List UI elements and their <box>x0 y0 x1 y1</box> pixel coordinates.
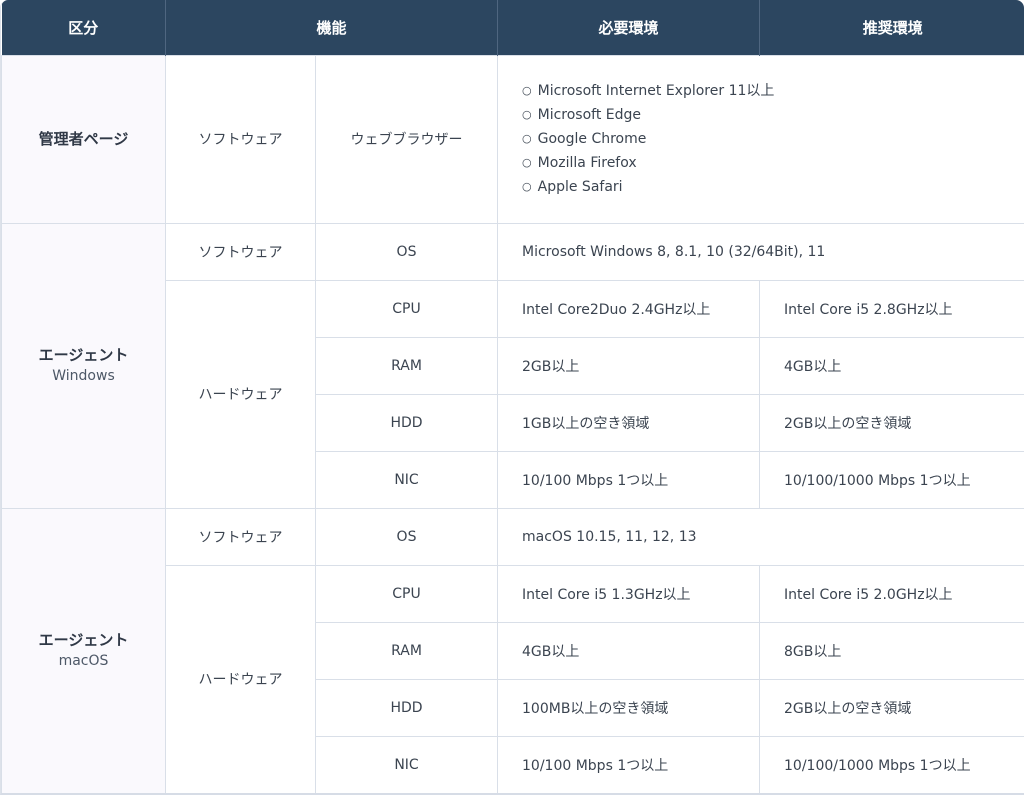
recommended-cell: 2GB以上の空き領域 <box>759 393 1024 452</box>
feature-cell: OS <box>314 222 499 281</box>
category-admin: 管理者ページ <box>1 54 166 224</box>
table-row: エージェント Windows ソフトウェア OS Microsoft Windo… <box>1 222 1024 509</box>
feature-cell: RAM <box>314 336 499 395</box>
header-required: 必要環境 <box>497 0 761 55</box>
table-row: 管理者ページ ソフトウェア ウェブブラウザー ○ Microsoft Intern… <box>1 54 1024 224</box>
bullet-icon: ○ <box>522 156 532 169</box>
category-agent-windows: エージェント Windows <box>1 222 166 509</box>
feature-cell: CPU <box>314 279 499 338</box>
browser-list: ○ Microsoft Internet Explorer 11以上 ○ Micro… <box>522 79 1024 199</box>
required-cell: macOS 10.15, 11, 12, 13 <box>497 507 1024 566</box>
required-cell: 2GB以上 <box>497 336 761 395</box>
type-cell: ハードウェア <box>165 279 316 509</box>
category-label: エージェント <box>38 345 129 364</box>
type-cell: ソフトウェア <box>165 222 316 281</box>
category-label: エージェント <box>38 630 129 649</box>
recommended-cell: Intel Core i5 2.8GHz以上 <box>759 279 1024 338</box>
list-item: ○ Microsoft Edge <box>522 103 1024 127</box>
required-cell: Microsoft Windows 8, 8.1, 10 (32/64Bit),… <box>497 222 1024 281</box>
system-requirements-table: 区分 機能 必要環境 推奨環境 管理者ページ ソフトウェア ウェブブラウザー ○… <box>1 0 1024 793</box>
recommended-cell: 2GB以上の空き領域 <box>759 678 1024 737</box>
table-header-row: 区分 機能 必要環境 推奨環境 <box>1 0 1024 55</box>
recommended-cell: 4GB以上 <box>759 336 1024 395</box>
bullet-icon: ○ <box>522 180 532 193</box>
feature-cell: HDD <box>314 678 499 737</box>
header-recommended: 推奨環境 <box>759 0 1024 55</box>
bullet-icon: ○ <box>522 108 532 121</box>
recommended-cell: Intel Core i5 2.0GHz以上 <box>759 564 1024 623</box>
required-cell: 1GB以上の空き領域 <box>497 393 761 452</box>
type-cell: ソフトウェア <box>165 54 316 224</box>
header-category: 区分 <box>1 0 166 55</box>
bullet-icon: ○ <box>522 84 532 97</box>
feature-cell: OS <box>314 507 499 566</box>
feature-cell: NIC <box>314 735 499 793</box>
required-cell: Intel Core2Duo 2.4GHz以上 <box>497 279 761 338</box>
recommended-cell: 10/100/1000 Mbps 1つ以上 <box>759 735 1024 793</box>
feature-cell: NIC <box>314 450 499 509</box>
required-cell: 100MB以上の空き領域 <box>497 678 761 737</box>
list-item: ○ Microsoft Internet Explorer 11以上 <box>522 79 1024 103</box>
recommended-cell: 10/100/1000 Mbps 1つ以上 <box>759 450 1024 509</box>
category-sublabel: macOS <box>58 653 109 670</box>
feature-cell: CPU <box>314 564 499 623</box>
category-sublabel: Windows <box>52 368 115 385</box>
recommended-cell: 8GB以上 <box>759 621 1024 680</box>
list-item: ○ Apple Safari <box>522 175 1024 199</box>
table-row: エージェント macOS ソフトウェア OS macOS 10.15, 11, … <box>1 507 1024 793</box>
requirements-table-container: 区分 機能 必要環境 推奨環境 管理者ページ ソフトウェア ウェブブラウザー ○… <box>0 0 1024 795</box>
browser-list-cell: ○ Microsoft Internet Explorer 11以上 ○ Micro… <box>497 54 1024 224</box>
required-cell: 10/100 Mbps 1つ以上 <box>497 450 761 509</box>
required-cell: 4GB以上 <box>497 621 761 680</box>
required-cell: 10/100 Mbps 1つ以上 <box>497 735 761 793</box>
list-item: ○ Google Chrome <box>522 127 1024 151</box>
type-cell: ソフトウェア <box>165 507 316 566</box>
feature-cell: ウェブブラウザー <box>314 54 499 224</box>
bullet-icon: ○ <box>522 132 532 145</box>
type-cell: ハードウェア <box>165 564 316 793</box>
required-cell: Intel Core i5 1.3GHz以上 <box>497 564 761 623</box>
feature-cell: RAM <box>314 621 499 680</box>
header-feature: 機能 <box>165 0 499 55</box>
category-label: 管理者ページ <box>38 129 129 148</box>
category-agent-macos: エージェント macOS <box>1 507 166 793</box>
list-item: ○ Mozilla Firefox <box>522 151 1024 175</box>
feature-cell: HDD <box>314 393 499 452</box>
